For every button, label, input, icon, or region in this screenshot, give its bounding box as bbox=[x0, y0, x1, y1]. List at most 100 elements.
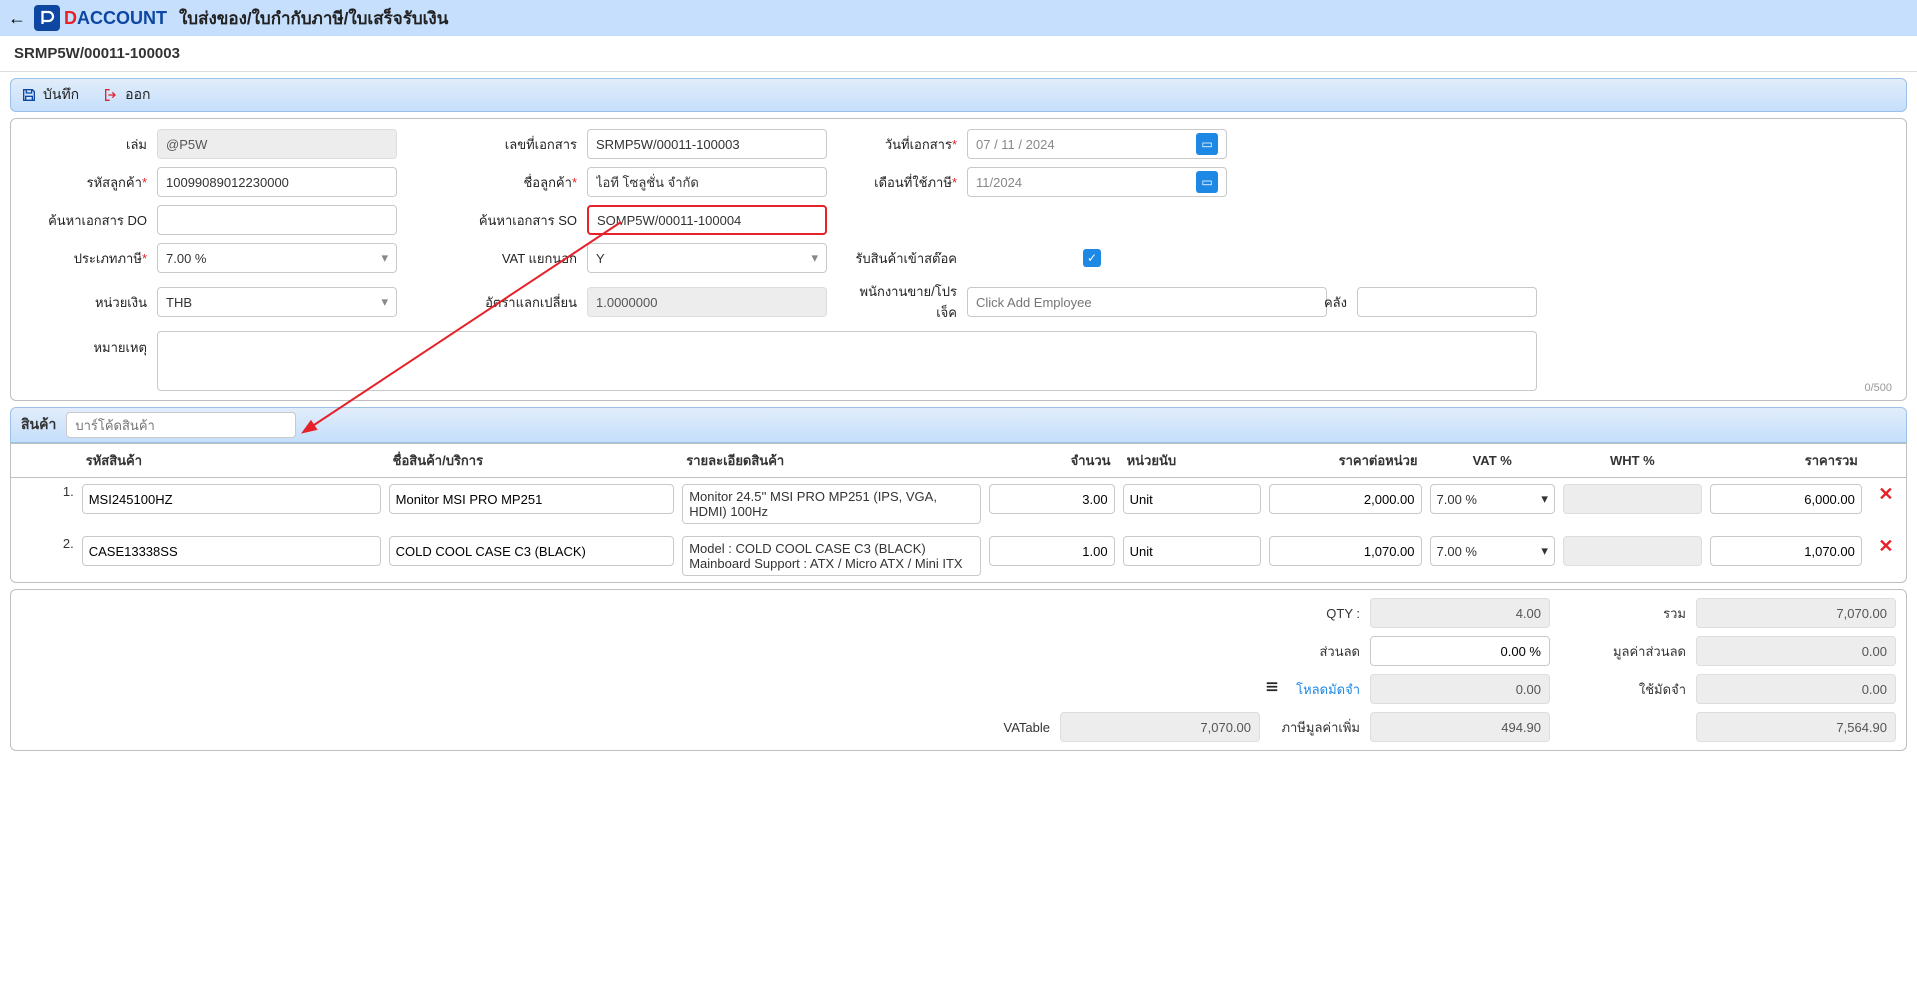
item-unit-input[interactable] bbox=[1123, 536, 1262, 566]
currency-value: THB bbox=[166, 295, 192, 310]
table-row: 1. Monitor 24.5'' MSI PRO MP251 (IPS, VGA… bbox=[11, 478, 1906, 531]
chevron-down-icon: ▾ bbox=[811, 250, 818, 266]
chevron-down-icon: ▾ bbox=[381, 250, 388, 266]
cust-code-input[interactable] bbox=[157, 167, 397, 197]
discount-amount-label: มูลค่าส่วนลด bbox=[1576, 641, 1696, 662]
row-no: 2. bbox=[11, 530, 78, 582]
item-qty-input[interactable] bbox=[989, 484, 1114, 514]
app-logo-icon bbox=[34, 5, 60, 31]
col-qty: จำนวน bbox=[985, 444, 1118, 478]
currency-label: หน่วยเงิน bbox=[17, 292, 157, 313]
item-price-input[interactable] bbox=[1269, 536, 1421, 566]
so-search-input[interactable] bbox=[587, 205, 827, 235]
item-name-input[interactable] bbox=[389, 484, 675, 514]
summary-panel: QTY : รวม ส่วนลด มูลค่าส่วนลด โหลดมัดจำ … bbox=[10, 589, 1907, 751]
items-table: รหัสสินค้า ชื่อสินค้า/บริการ รายละเอียดส… bbox=[11, 443, 1906, 582]
tax-type-label: ประเภทภาษี* bbox=[17, 248, 157, 269]
exchange-label: อัตราแลกเปลี่ยน bbox=[417, 292, 587, 313]
do-search-input[interactable] bbox=[157, 205, 397, 235]
action-toolbar: บันทึก ออก bbox=[10, 78, 1907, 112]
col-vat: VAT % bbox=[1426, 444, 1559, 478]
qty-value bbox=[1370, 598, 1550, 628]
remark-input[interactable] bbox=[157, 331, 1537, 391]
doc-date-label: วันที่เอกสาร* bbox=[847, 134, 967, 155]
item-total-input[interactable] bbox=[1710, 484, 1862, 514]
sum-label: รวม bbox=[1576, 603, 1696, 624]
vatable-value bbox=[1060, 712, 1260, 742]
tax-type-select[interactable]: 7.00 % ▾ bbox=[157, 243, 397, 273]
row-no: 1. bbox=[11, 478, 78, 531]
exchange-input bbox=[587, 287, 827, 317]
item-name-input[interactable] bbox=[389, 536, 675, 566]
document-no: SRMP5W/00011-100003 bbox=[14, 45, 180, 62]
item-code-input[interactable] bbox=[82, 536, 381, 566]
recv-stock-label: รับสินค้าเข้าสต๊อค bbox=[847, 248, 967, 269]
load-deposit-value bbox=[1370, 674, 1550, 704]
discount-label: ส่วนลด bbox=[1260, 641, 1370, 662]
load-deposit-link[interactable]: โหลดมัดจำ bbox=[1260, 679, 1370, 700]
brand-text: DACCOUNT bbox=[64, 8, 167, 29]
item-detail-input[interactable]: Monitor 24.5'' MSI PRO MP251 (IPS, VGA, … bbox=[682, 484, 981, 524]
items-title: สินค้า bbox=[21, 414, 56, 436]
document-no-subheader: SRMP5W/00011-100003 bbox=[0, 36, 1917, 72]
exit-icon bbox=[103, 87, 119, 103]
period-input[interactable]: 11/2024 ▭ bbox=[967, 167, 1227, 197]
remark-char-count: 0/500 bbox=[1864, 382, 1892, 394]
col-total: ราคารวม bbox=[1706, 444, 1866, 478]
items-table-wrap: รหัสสินค้า ชื่อสินค้า/บริการ รายละเอียดส… bbox=[10, 443, 1907, 583]
col-code: รหัสสินค้า bbox=[78, 444, 385, 478]
vat-sep-select[interactable]: Y ▾ bbox=[587, 243, 827, 273]
doc-no-label: เลขที่เอกสาร bbox=[417, 134, 587, 155]
book-input bbox=[157, 129, 397, 159]
cust-name-label: ชื่อลูกค้า* bbox=[417, 172, 587, 193]
item-wht-input bbox=[1563, 484, 1702, 514]
list-icon bbox=[1264, 679, 1280, 695]
item-unit-input[interactable] bbox=[1123, 484, 1262, 514]
sales-label: พนักงานขาย/โปรเจ็ค bbox=[847, 281, 967, 323]
warehouse-input[interactable] bbox=[1357, 287, 1537, 317]
save-button[interactable]: บันทึก bbox=[21, 84, 79, 106]
form-panel: เล่ม เลขที่เอกสาร วันที่เอกสาร* 07 / 11 … bbox=[10, 118, 1907, 401]
item-code-input[interactable] bbox=[82, 484, 381, 514]
col-unit: หน่วยนับ bbox=[1119, 444, 1266, 478]
period-label: เดือนที่ใช้ภาษี* bbox=[847, 172, 967, 193]
currency-select[interactable]: THB ▾ bbox=[157, 287, 397, 317]
qty-label: QTY : bbox=[1260, 606, 1370, 621]
item-vat-select[interactable]: 7.00 %▾ bbox=[1430, 484, 1555, 514]
use-deposit-value bbox=[1696, 674, 1896, 704]
item-total-input[interactable] bbox=[1710, 536, 1862, 566]
recv-stock-checkbox[interactable]: ✓ bbox=[1083, 249, 1101, 267]
back-button[interactable]: ← bbox=[8, 8, 26, 29]
app-header: ← DACCOUNT ใบส่งของ/ใบกำกับภาษี/ใบเสร็จร… bbox=[0, 0, 1917, 36]
delete-row-button[interactable]: ✕ bbox=[1866, 478, 1906, 531]
items-section-header: สินค้า bbox=[10, 407, 1907, 443]
doc-no-input[interactable] bbox=[587, 129, 827, 159]
vat-sep-label: VAT แยกนอก bbox=[417, 248, 587, 269]
so-search-label: ค้นหาเอกสาร SO bbox=[417, 210, 587, 231]
sum-value bbox=[1696, 598, 1896, 628]
calendar-icon[interactable]: ▭ bbox=[1196, 133, 1218, 155]
chevron-down-icon: ▾ bbox=[381, 294, 388, 310]
discount-amount-value bbox=[1696, 636, 1896, 666]
col-wht: WHT % bbox=[1559, 444, 1706, 478]
item-price-input[interactable] bbox=[1269, 484, 1421, 514]
delete-row-button[interactable]: ✕ bbox=[1866, 530, 1906, 582]
cust-name-input[interactable] bbox=[587, 167, 827, 197]
exit-label: ออก bbox=[125, 84, 150, 106]
item-vat-select[interactable]: 7.00 %▾ bbox=[1430, 536, 1555, 566]
page-title: ใบส่งของ/ใบกำกับภาษี/ใบเสร็จรับเงิน bbox=[179, 5, 448, 32]
vat-amount-value bbox=[1370, 712, 1550, 742]
item-detail-input[interactable]: Model : COLD COOL CASE C3 (BLACK) Mainbo… bbox=[682, 536, 981, 576]
discount-input[interactable] bbox=[1370, 636, 1550, 666]
save-icon bbox=[21, 87, 37, 103]
barcode-input[interactable] bbox=[66, 412, 296, 438]
vat-sep-value: Y bbox=[596, 251, 605, 266]
tax-type-value: 7.00 % bbox=[166, 251, 206, 266]
warehouse-label: คลัง bbox=[1237, 292, 1357, 313]
col-price: ราคาต่อหน่วย bbox=[1265, 444, 1425, 478]
doc-date-input[interactable]: 07 / 11 / 2024 ▭ bbox=[967, 129, 1227, 159]
item-qty-input[interactable] bbox=[989, 536, 1114, 566]
use-deposit-label: ใช้มัดจำ bbox=[1576, 679, 1696, 700]
calendar-icon[interactable]: ▭ bbox=[1196, 171, 1218, 193]
exit-button[interactable]: ออก bbox=[103, 84, 150, 106]
